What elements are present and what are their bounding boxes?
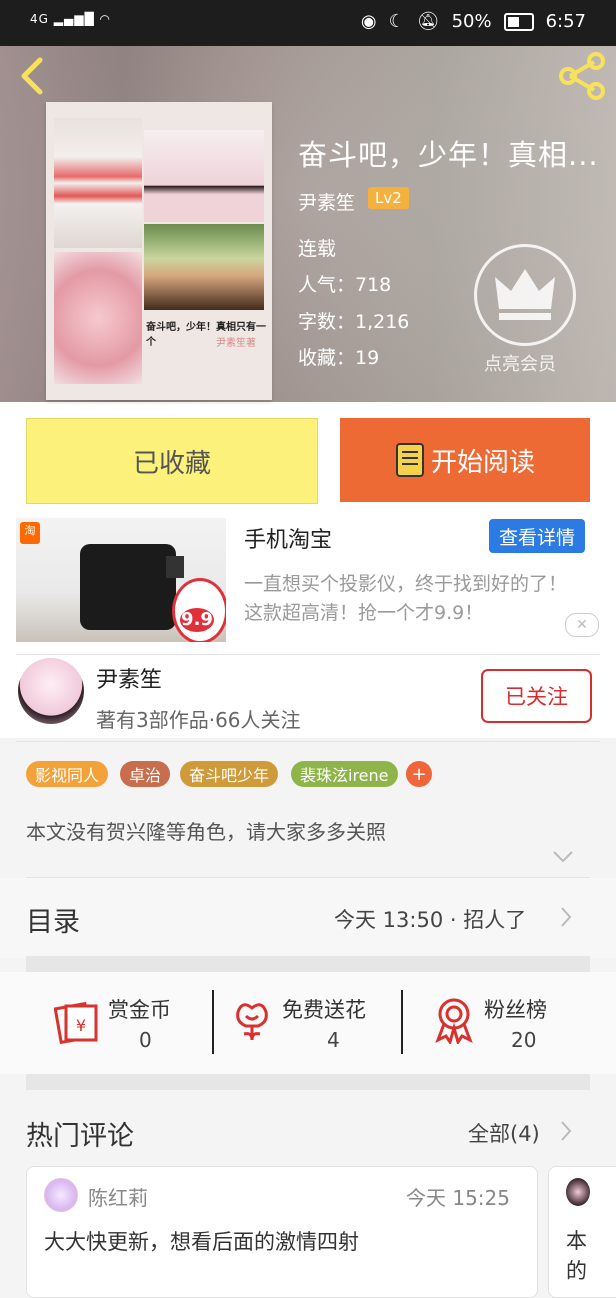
start-reading-button[interactable]: 开始阅读: [340, 418, 590, 502]
comment-text: 大大快更新，想看后面的激情四射: [44, 1230, 359, 1254]
favorited-button[interactable]: 已收藏: [26, 418, 318, 504]
ad-image[interactable]: 淘 9.9: [16, 518, 226, 642]
section-separator: [26, 956, 590, 972]
divider: [16, 654, 600, 655]
eye-icon: ◉: [360, 11, 377, 32]
tag-chip[interactable]: 裴珠泫irene: [291, 761, 398, 787]
book-author[interactable]: 尹素笙: [298, 188, 355, 215]
book-icon: [395, 443, 424, 477]
vip-label[interactable]: 点亮会员: [484, 350, 556, 376]
comment-time: 今天 15:25: [406, 1186, 510, 1210]
status-right: ◉ ☾ 🔕︎ 50% 6:57: [361, 11, 586, 32]
tag-chip[interactable]: 卓治: [120, 761, 171, 787]
cover-signature: 尹素笙著: [216, 338, 256, 349]
projector-lens: [166, 556, 184, 578]
catalog-label[interactable]: 目录: [26, 900, 80, 939]
cover-illustration: [144, 224, 264, 310]
divider: [26, 877, 590, 878]
cover-flower: [54, 252, 142, 384]
book-status: 连载: [298, 238, 337, 260]
divider: [212, 990, 214, 1054]
book-popularity: 人气：718: [298, 274, 392, 296]
hot-comments-title: 热门评论: [26, 1121, 134, 1152]
battery-icon: [503, 12, 534, 31]
taobao-logo: 淘: [20, 522, 40, 544]
status-bar: 4G ▂▄▆█ ◠ ◉ ☾ 🔕︎ 50% 6:57: [0, 0, 616, 46]
promo-price: 9.9: [180, 608, 214, 632]
tag-chip[interactable]: 奋斗吧少年: [180, 761, 279, 787]
stat-value: 20: [511, 1028, 537, 1052]
stat-label[interactable]: 粉丝榜: [484, 994, 547, 1024]
divider: [401, 990, 403, 1054]
stat-label[interactable]: 免费送花: [282, 994, 366, 1024]
add-tag-button[interactable]: +: [406, 761, 432, 787]
ad-title[interactable]: 手机淘宝: [244, 522, 332, 554]
mute-icon: 🔕︎: [416, 11, 440, 32]
author-name[interactable]: 尹素笙: [96, 662, 162, 694]
share-icon[interactable]: [556, 50, 608, 102]
tag-chip[interactable]: 影视同人: [26, 761, 109, 787]
clock: 6:57: [545, 11, 586, 32]
commenter-avatar[interactable]: [44, 1178, 78, 1212]
start-reading-label: 开始阅读: [430, 447, 535, 478]
stat-value: 0: [139, 1028, 152, 1052]
medal-icon[interactable]: [434, 996, 474, 1044]
ad-close-icon[interactable]: ✕: [565, 613, 599, 637]
stat-value: 4: [327, 1028, 340, 1052]
cover-photo-girl: [144, 130, 264, 222]
svg-text:¥: ¥: [76, 1016, 86, 1035]
chevron-right-icon[interactable]: [560, 906, 572, 928]
flower-icon[interactable]: [232, 998, 272, 1044]
reward-icon[interactable]: ¥: [54, 998, 100, 1044]
battery-percent: 50%: [451, 11, 492, 32]
latest-chapter[interactable]: 今天 13:50 · 招人了: [334, 904, 526, 934]
author-stats: 著有3部作品·66人关注: [96, 708, 301, 732]
moon-icon: ☾: [388, 11, 405, 32]
ad-details-button[interactable]: 查看详情: [489, 519, 585, 553]
follow-button[interactable]: 已关注: [481, 669, 592, 723]
vip-badge[interactable]: [474, 244, 576, 346]
book-cover[interactable]: 奋斗吧，少年！真相只有一个 尹素笙著: [46, 102, 272, 400]
book-favorites: 收藏：19: [298, 347, 380, 369]
stat-label[interactable]: 赏金币: [108, 994, 171, 1024]
cover-photo-boy: [54, 118, 142, 248]
chevron-right-icon[interactable]: [560, 1120, 572, 1142]
comment-text: 本的: [566, 1229, 587, 1283]
book-word-count: 字数：1,216: [298, 311, 410, 333]
commenter-avatar[interactable]: [566, 1178, 590, 1206]
projector-image: [80, 544, 176, 630]
book-title: 奋斗吧，少年！真相...: [298, 138, 599, 172]
back-icon[interactable]: [14, 56, 54, 96]
ad-description[interactable]: 一直想买个投影仪，终于找到好的了！这款超高清！抢一个才9.9！: [244, 570, 580, 628]
level-badge: Lv2: [368, 187, 409, 209]
commenter-name[interactable]: 陈红莉: [88, 1182, 148, 1211]
signal-indicator: 4G ▂▄▆█ ◠: [30, 12, 111, 26]
all-comments-link[interactable]: 全部(4): [468, 1118, 540, 1148]
author-avatar[interactable]: [18, 658, 84, 724]
chevron-down-icon[interactable]: [552, 850, 574, 864]
divider: [16, 741, 600, 742]
crown-icon: [495, 269, 555, 320]
book-summary[interactable]: 本文没有贺兴隆等角色，请大家多多关照: [26, 816, 386, 845]
section-separator: [26, 1074, 590, 1090]
